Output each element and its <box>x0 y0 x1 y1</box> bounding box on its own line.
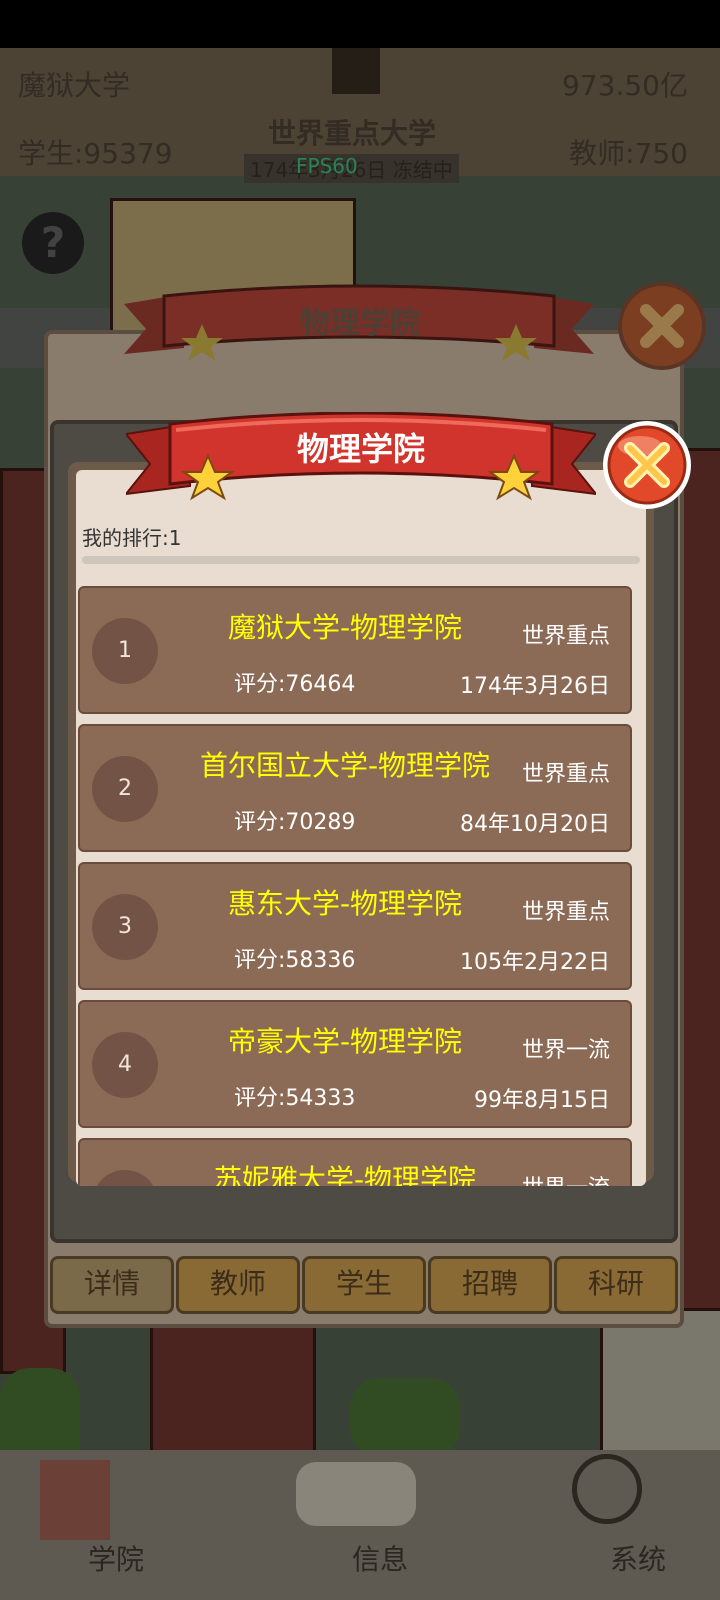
college-score: 评分:70289 <box>234 810 356 835</box>
ranking-row[interactable]: 2 首尔国立大学-物理学院 世界重点 评分:70289 84年10月20日 <box>78 724 632 852</box>
back-close-icon <box>618 282 706 370</box>
rank-number: 4 <box>92 1032 158 1098</box>
tab-teachers[interactable]: 教师 <box>176 1256 300 1314</box>
rank-divider-bar <box>82 556 640 564</box>
rank-number: 2 <box>92 756 158 822</box>
rank-number: 5 <box>92 1170 158 1186</box>
tab-details[interactable]: 详情 <box>50 1256 174 1314</box>
college-date: 99年8月15日 <box>474 1088 610 1113</box>
close-icon[interactable] <box>600 418 694 512</box>
college-date: 174年3月26日 <box>460 674 610 699</box>
dialog-title: 物理学院 <box>296 430 425 468</box>
tab-recruit[interactable]: 招聘 <box>428 1256 552 1314</box>
nav-system[interactable]: 系统 <box>610 1538 666 1578</box>
college-date: 84年10月20日 <box>460 812 610 837</box>
college-name: 惠东大学-物理学院 <box>227 887 463 920</box>
tab-research[interactable]: 科研 <box>554 1256 678 1314</box>
nav-college[interactable]: 学院 <box>88 1538 144 1578</box>
college-tier: 世界重点 <box>521 762 610 787</box>
college-tier: 世界重点 <box>521 900 610 925</box>
rank-number: 3 <box>92 894 158 960</box>
college-tier: 世界一流 <box>522 1170 610 1186</box>
college-name: 帝豪大学-物理学院 <box>227 1025 463 1058</box>
ranking-row[interactable]: 4 帝豪大学-物理学院 世界一流 评分:54333 99年8月15日 <box>78 1000 632 1128</box>
nav-info[interactable]: 信息 <box>352 1538 408 1578</box>
ranking-row[interactable]: 3 惠东大学-物理学院 世界重点 评分:58336 105年2月22日 <box>78 862 632 990</box>
college-date: 105年2月22日 <box>460 950 610 975</box>
rank-number: 1 <box>92 618 158 684</box>
magnifier-icon <box>572 1454 642 1524</box>
ranking-row[interactable]: 1 魔狱大学-物理学院 世界重点 评分:76464 174年3月26日 <box>78 586 632 714</box>
book-icon <box>296 1462 416 1526</box>
college-icon <box>40 1460 110 1540</box>
college-score: 评分:54333 <box>234 1086 356 1111</box>
my-rank-label: 我的排行:1 <box>82 526 182 550</box>
college-name: 魔狱大学-物理学院 <box>227 611 463 644</box>
college-tier: 世界重点 <box>521 624 610 649</box>
tab-students[interactable]: 学生 <box>302 1256 426 1314</box>
college-score: 评分:76464 <box>234 672 356 697</box>
college-name: 苏妮雅大学-物理学院 <box>213 1163 477 1186</box>
ranking-row[interactable]: 5 苏妮雅大学-物理学院 世界一流 <box>78 1138 632 1186</box>
ranking-list-panel[interactable]: 我的排行:1 1 魔狱大学-物理学院 世界重点 评分:76464 174年3月2… <box>76 470 646 1186</box>
college-name: 首尔国立大学-物理学院 <box>199 749 491 782</box>
back-panel-title: 物理学院 <box>300 306 420 341</box>
college-score: 评分:58336 <box>234 948 356 973</box>
college-tier: 世界一流 <box>521 1038 610 1063</box>
